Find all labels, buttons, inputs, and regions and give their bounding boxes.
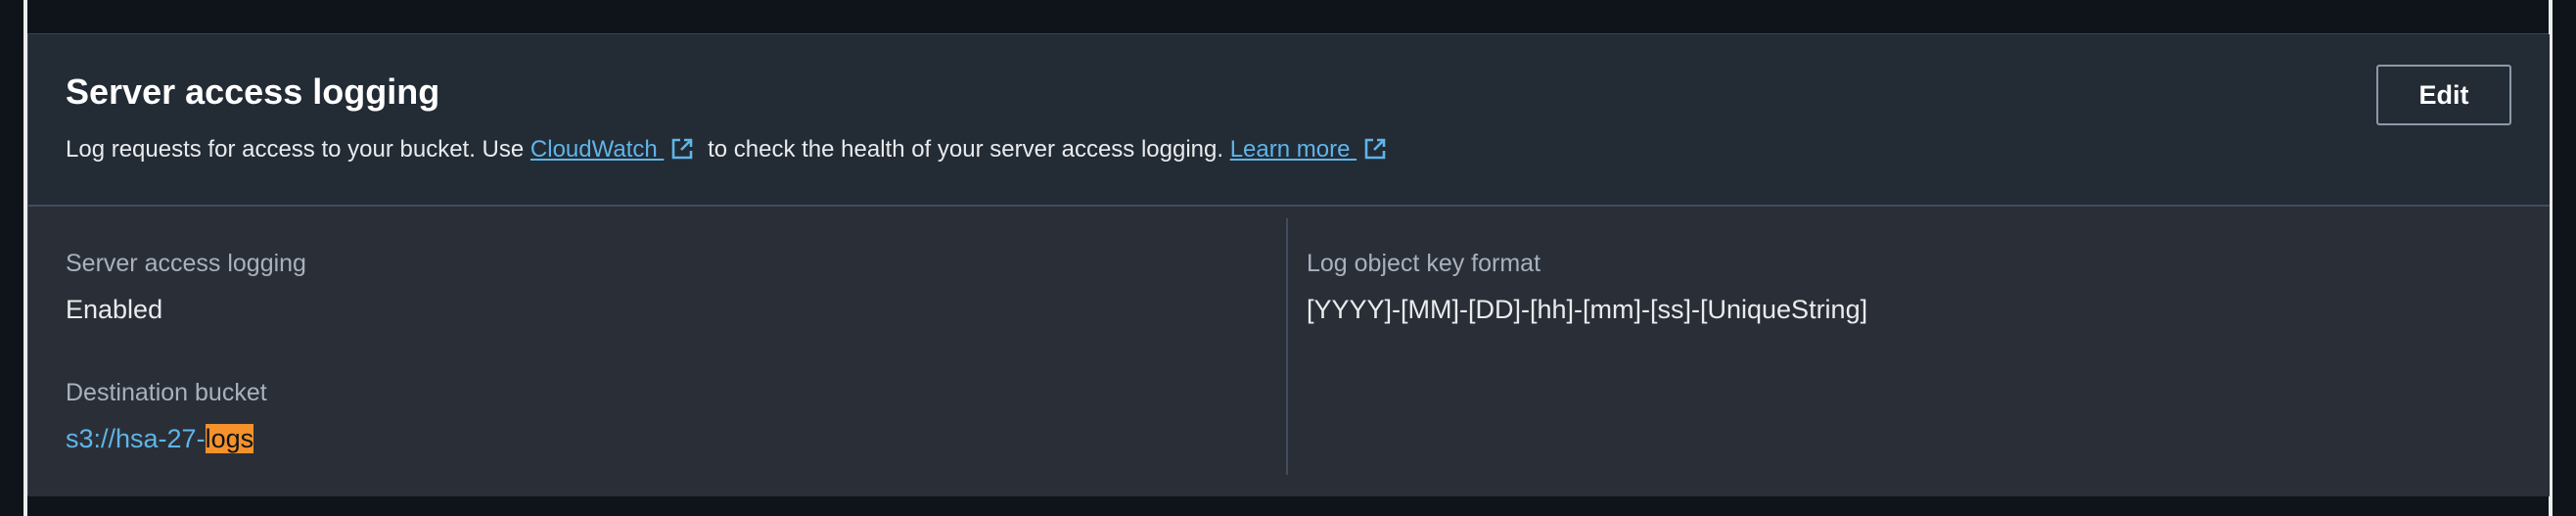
panel-body: Server access logging Enabled Destinatio… [28, 207, 2550, 496]
destination-bucket-link[interactable]: s3://hsa-27-logs [66, 424, 254, 453]
description-text-start: Log requests for access to your bucket. … [66, 136, 530, 163]
edit-button[interactable]: Edit [2376, 65, 2511, 125]
column-divider [1286, 218, 1288, 475]
destination-bucket-prefix: s3://hsa-27- [66, 424, 206, 453]
description-text-end: to check the health of your server acces… [701, 136, 1230, 163]
cloudwatch-link[interactable]: CloudWatch [530, 136, 665, 163]
search-highlight: logs [205, 424, 254, 453]
panel-header: Server access logging Log requests for a… [28, 34, 2550, 207]
destination-bucket-label: Destination bucket [66, 379, 267, 406]
learn-more-link[interactable]: Learn more [1230, 136, 1357, 163]
panel-description: Log requests for access to your bucket. … [66, 136, 1394, 164]
log-object-key-format-label: Log object key format [1307, 250, 1541, 277]
destination-bucket-value: s3://hsa-27-logs [66, 424, 254, 454]
panel-title: Server access logging [66, 71, 440, 112]
external-link-icon[interactable] [669, 136, 695, 162]
external-link-icon[interactable] [1362, 136, 1388, 162]
learn-more-link-label: Learn more [1229, 136, 1357, 163]
log-object-key-format-value: [YYYY]-[MM]-[DD]-[hh]-[mm]-[ss]-[UniqueS… [1307, 295, 1868, 324]
cloudwatch-link-label: CloudWatch [529, 136, 665, 163]
server-access-logging-panel: Server access logging Log requests for a… [27, 33, 2550, 496]
server-access-logging-value: Enabled [66, 295, 163, 324]
server-access-logging-label: Server access logging [66, 250, 306, 277]
